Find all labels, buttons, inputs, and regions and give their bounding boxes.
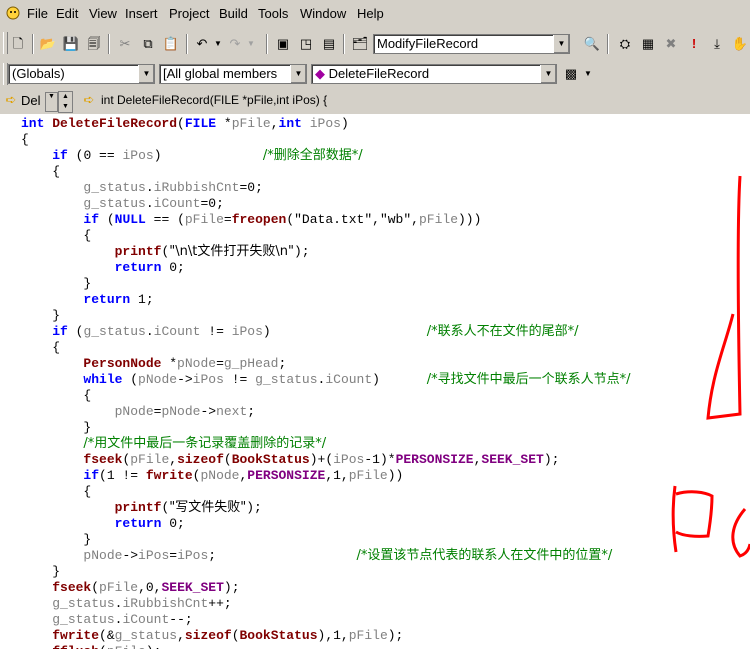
open-folder-icon[interactable]: 📂	[39, 35, 57, 53]
toolbar-separator	[186, 34, 188, 54]
arrow-right-icon: ➪	[5, 92, 17, 107]
app-icon[interactable]	[6, 6, 20, 20]
breakpoint-icon[interactable]: ✋	[731, 35, 749, 53]
menu-help[interactable]: Help	[357, 6, 384, 21]
menu-file[interactable]: File	[27, 6, 48, 21]
find-icon[interactable]: 🔍	[583, 35, 601, 53]
chevron-down-icon[interactable]: ▼	[290, 65, 306, 83]
function-combo[interactable]: ◆ DeleteFileRecord ▼	[311, 64, 557, 84]
toolbar-separator	[32, 34, 34, 54]
menu-window[interactable]: Window	[300, 6, 346, 21]
save-all-icon[interactable]: 🗐	[85, 35, 103, 53]
standard-toolbar: 🗋 📂 💾 🗐 ✂ ⧉ 📋 ↶ ▼ ↷ ▼ ▣ ◳ ▤ 🗂 ModifyFile…	[0, 29, 750, 59]
find-in-files-icon[interactable]: 🗂	[351, 35, 369, 53]
cut-icon[interactable]: ✂	[116, 35, 134, 53]
members-filter-value: [All global members	[163, 66, 278, 81]
toolbar-separator	[108, 34, 110, 54]
class-scope-combo[interactable]: (Globals) ▼	[8, 64, 155, 84]
class-scope-value: (Globals)	[12, 66, 65, 81]
new-file-icon[interactable]: 🗋	[9, 35, 27, 53]
toolbar-grip[interactable]	[3, 32, 8, 54]
copy-icon[interactable]: ⧉	[139, 35, 157, 53]
menu-tools[interactable]: Tools	[258, 6, 288, 21]
stop-build-icon[interactable]: ✖	[662, 35, 680, 53]
toolbar-separator	[607, 34, 609, 54]
menu-build[interactable]: Build	[219, 6, 248, 21]
arrow-right-icon: ➪	[83, 92, 95, 107]
paste-icon[interactable]: 📋	[162, 35, 180, 53]
code-editor[interactable]: int DeleteFileRecord(FILE *pFile,int iPo…	[0, 114, 750, 649]
window-list-icon[interactable]: ▤	[320, 35, 338, 53]
find-combo-value: ModifyFileRecord	[377, 36, 479, 51]
redo-dropdown-icon[interactable]: ▼	[242, 35, 260, 53]
find-combo[interactable]: ModifyFileRecord ▼	[373, 34, 570, 54]
menu-bar: File Edit View Insert Project Build Tool…	[0, 0, 750, 28]
menu-project[interactable]: Project	[169, 6, 209, 21]
output-window-icon[interactable]: ◳	[297, 35, 315, 53]
compile-icon[interactable]: ⛭	[616, 35, 634, 53]
nav-dropdown[interactable]: ▼	[45, 92, 58, 112]
nav-spinner[interactable]: ▲ ▼	[58, 91, 73, 113]
toolbar-separator	[266, 34, 268, 54]
navigation-bar: ➪ Del ▼ ▲ ▼ ➪ int DeleteFileRecord(FILE *…	[0, 89, 750, 113]
menu-edit[interactable]: Edit	[56, 6, 78, 21]
menu-view[interactable]: View	[89, 6, 117, 21]
wizard-bar: (Globals) ▼ [All global members ▼ ◆ Dele…	[0, 60, 750, 88]
nav-short-name[interactable]: Del	[21, 93, 41, 108]
save-icon[interactable]: 💾	[62, 35, 80, 53]
function-icon: ◆	[315, 66, 325, 81]
menu-insert[interactable]: Insert	[125, 6, 158, 21]
wizard-action-icon[interactable]: ▩	[562, 65, 580, 83]
workspace-icon[interactable]: ▣	[274, 35, 292, 53]
members-filter-combo[interactable]: [All global members ▼	[159, 64, 307, 84]
function-value: DeleteFileRecord	[328, 66, 430, 81]
execute-icon[interactable]: !	[685, 35, 703, 53]
wizard-action-dropdown-icon[interactable]: ▼	[579, 65, 597, 83]
toolbar-separator	[343, 34, 345, 54]
build-icon[interactable]: ▦	[639, 35, 657, 53]
undo-dropdown-icon[interactable]: ▼	[209, 35, 227, 53]
chevron-down-icon[interactable]: ▼	[553, 35, 569, 53]
nav-signature[interactable]: int DeleteFileRecord(FILE *pFile,int iPo…	[101, 93, 327, 107]
chevron-down-icon[interactable]: ▼	[138, 65, 154, 83]
chevron-down-icon[interactable]: ▼	[540, 65, 556, 83]
red-annotation	[671, 175, 750, 558]
go-icon[interactable]: ⤓	[708, 35, 726, 53]
